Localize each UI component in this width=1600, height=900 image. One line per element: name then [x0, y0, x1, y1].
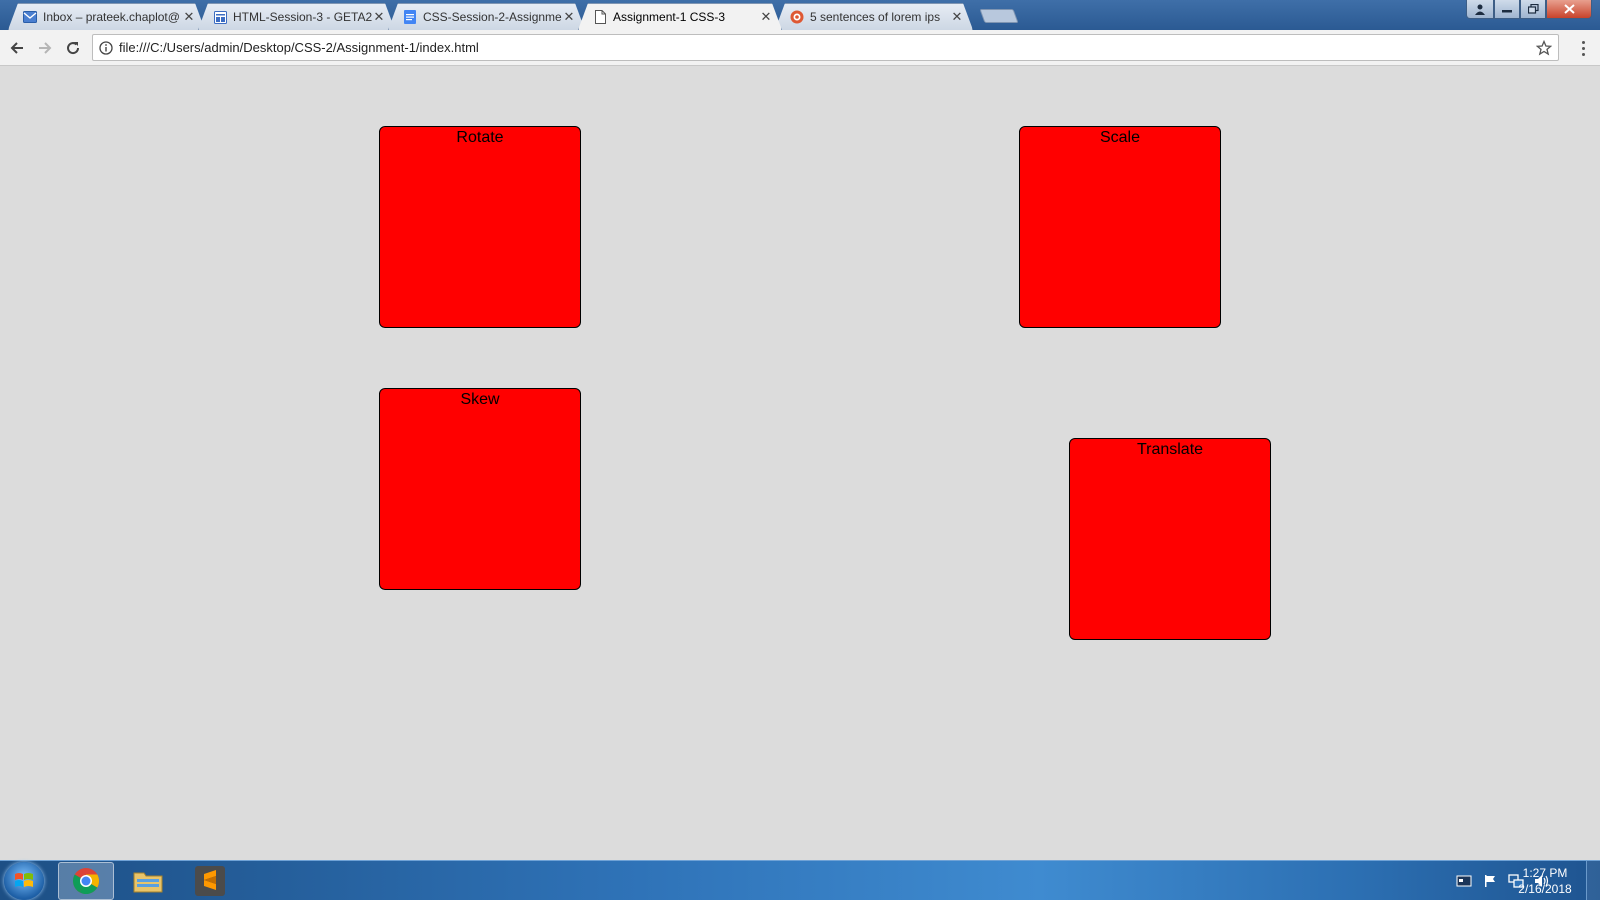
taskbar-explorer[interactable] [120, 862, 176, 900]
skew-box[interactable]: Skew [379, 388, 581, 590]
browser-toolbar: file:///C:/Users/admin/Desktop/CSS-2/Ass… [0, 30, 1600, 66]
tab-title: CSS-Session-2-Assignme [423, 10, 562, 24]
address-bar[interactable]: file:///C:/Users/admin/Desktop/CSS-2/Ass… [92, 34, 1559, 61]
tab-css-session[interactable]: CSS-Session-2-Assignme ✕ [388, 3, 585, 30]
box-label: Translate [1136, 441, 1204, 458]
tab-title: 5 sentences of lorem ips [810, 10, 941, 24]
clock[interactable]: 1:27 PM 2/16/2018 [1510, 865, 1580, 897]
scale-box[interactable]: Scale [1019, 126, 1221, 328]
taskbar-sublime[interactable] [182, 862, 238, 900]
minimize-button[interactable] [1494, 0, 1520, 19]
back-arrow-icon[interactable] [6, 37, 28, 59]
inbox-icon [23, 10, 37, 24]
page-icon [593, 10, 607, 24]
reload-icon[interactable] [62, 37, 84, 59]
bookmark-star-icon[interactable] [1530, 39, 1558, 56]
slides-icon [213, 10, 227, 24]
clock-time: 1:27 PM [1522, 866, 1568, 880]
window-controls [1466, 0, 1592, 19]
box-label: Rotate [456, 129, 504, 146]
close-icon[interactable]: ✕ [562, 9, 576, 25]
tab-title: Inbox – prateek.chaplot@ [43, 10, 180, 24]
close-window-button[interactable] [1546, 0, 1592, 19]
show-desktop-button[interactable] [1586, 861, 1600, 900]
url-text[interactable]: file:///C:/Users/admin/Desktop/CSS-2/Ass… [119, 40, 1530, 55]
page-content: Rotate Scale Skew Translate [0, 66, 1600, 860]
start-button[interactable] [4, 862, 44, 900]
forward-arrow-icon[interactable] [34, 37, 56, 59]
tab-assignment-active[interactable]: Assignment-1 CSS-3 ✕ [578, 3, 782, 30]
tab-inbox[interactable]: Inbox – prateek.chaplot@ ✕ [8, 3, 205, 30]
close-icon[interactable]: ✕ [182, 9, 196, 25]
close-icon[interactable]: ✕ [759, 9, 773, 25]
sublime-icon [195, 866, 225, 896]
info-icon[interactable] [93, 40, 119, 55]
tab-lorem-ipsum[interactable]: 5 sentences of lorem ips ✕ [775, 3, 973, 30]
tab-html-session[interactable]: HTML-Session-3 - GETA2 ✕ [198, 3, 395, 30]
chrome-icon [72, 868, 100, 895]
network-keyboard-icon[interactable] [1456, 874, 1472, 888]
close-icon[interactable]: ✕ [950, 9, 964, 25]
new-tab-button[interactable] [979, 9, 1019, 23]
docs-icon [403, 10, 417, 24]
windows-logo-icon [15, 873, 33, 887]
lorem-icon [790, 10, 804, 24]
taskbar: 1:27 PM 2/16/2018 [0, 860, 1600, 900]
box-label: Scale [1099, 129, 1141, 146]
folder-icon [133, 872, 163, 893]
restore-button[interactable] [1520, 0, 1546, 19]
tab-strip: Inbox – prateek.chaplot@ ✕ HTML-Session-… [0, 0, 1600, 30]
user-icon[interactable] [1466, 0, 1494, 19]
tab-title: Assignment-1 CSS-3 [613, 10, 726, 24]
action-center-flag-icon[interactable] [1482, 874, 1498, 888]
close-icon[interactable]: ✕ [372, 9, 386, 25]
translate-box[interactable]: Translate [1069, 438, 1271, 640]
taskbar-chrome[interactable] [58, 862, 114, 900]
clock-date: 2/16/2018 [1518, 882, 1572, 896]
tab-title: HTML-Session-3 - GETA2 [233, 10, 372, 24]
rotate-box[interactable]: Rotate [379, 126, 581, 328]
menu-icon[interactable] [1573, 38, 1593, 58]
box-label: Skew [460, 391, 500, 408]
